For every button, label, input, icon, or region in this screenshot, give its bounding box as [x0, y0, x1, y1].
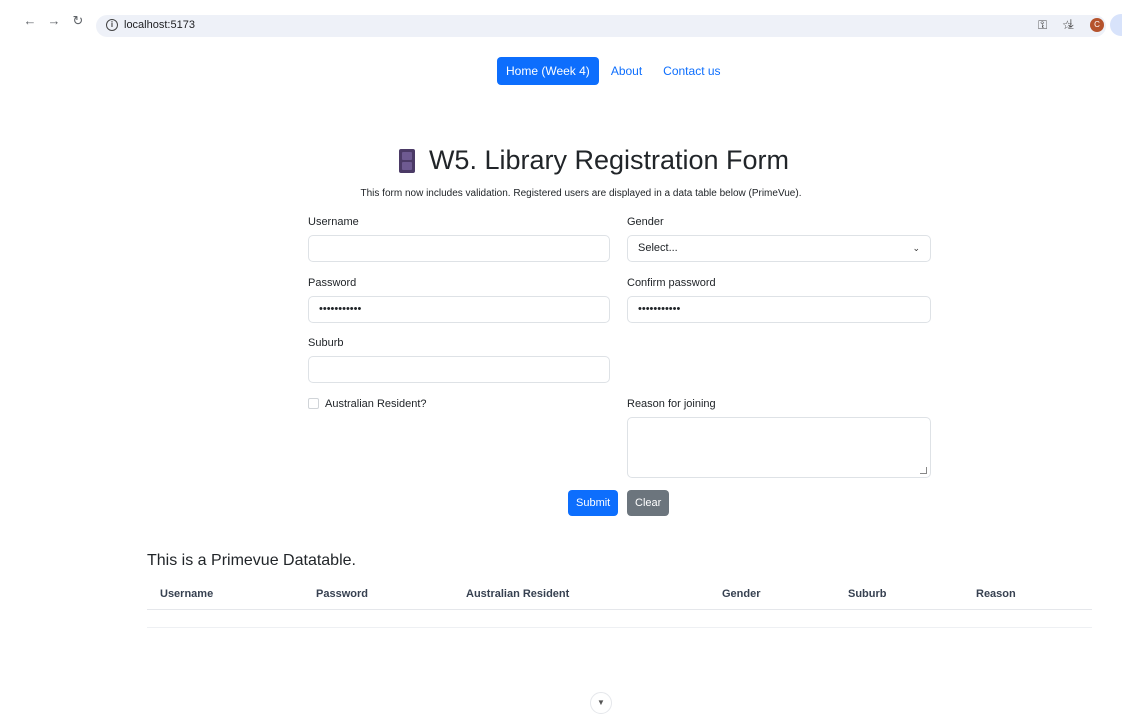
- gender-select-value: Select...: [638, 242, 678, 254]
- resident-label: Australian Resident?: [325, 398, 427, 410]
- table-body: [147, 627, 1092, 628]
- url-text: localhost:5173: [124, 19, 195, 31]
- file-cabinet-icon: [398, 148, 415, 173]
- password-input[interactable]: •••••••••••: [308, 296, 610, 323]
- suburb-input[interactable]: [308, 356, 610, 383]
- clear-button[interactable]: Clear: [627, 490, 670, 516]
- browser-toolbar: ← → ↻ i localhost:5173 ⚿ ☆ ⤓ C: [0, 0, 1122, 40]
- gender-select[interactable]: Select... ⌄: [627, 235, 931, 262]
- submit-button[interactable]: Submit: [568, 490, 619, 516]
- nav-about[interactable]: About: [602, 57, 651, 85]
- column-resident[interactable]: Australian Resident: [466, 588, 569, 600]
- resize-grip-icon[interactable]: [920, 467, 927, 474]
- gender-label: Gender: [627, 216, 664, 228]
- profile-avatar[interactable]: C: [1090, 18, 1104, 32]
- column-gender[interactable]: Gender: [722, 588, 761, 600]
- column-reason[interactable]: Reason: [976, 588, 1016, 600]
- table-title: This is a Primevue Datatable.: [147, 552, 356, 569]
- nav-home[interactable]: Home (Week 4): [497, 57, 599, 85]
- forward-icon[interactable]: →: [46, 13, 62, 29]
- title-block: W5. Library Registration Form: [0, 145, 1122, 178]
- password-label: Password: [308, 277, 357, 289]
- resident-checkbox[interactable]: [308, 398, 319, 409]
- reason-textarea[interactable]: [627, 417, 931, 478]
- scroll-down-icon[interactable]: ▼: [590, 692, 612, 714]
- suburb-label: Suburb: [308, 337, 344, 349]
- page-title: W5. Library Registration Form: [398, 145, 790, 176]
- reason-label: Reason for joining: [627, 398, 716, 410]
- username-label: Username: [308, 216, 359, 228]
- site-info-icon[interactable]: i: [106, 19, 118, 31]
- table-header: Username Password Australian Resident Ge…: [147, 580, 1092, 610]
- extension-avatar[interactable]: [1110, 14, 1122, 36]
- chevron-down-icon: ⌄: [912, 243, 920, 253]
- confirm-password-input[interactable]: •••••••••••: [627, 296, 931, 323]
- nav-contact[interactable]: Contact us: [654, 57, 729, 85]
- page-subtitle: This form now includes validation. Regis…: [360, 188, 802, 199]
- username-input[interactable]: [308, 235, 610, 262]
- back-icon[interactable]: ←: [22, 13, 38, 29]
- reload-icon[interactable]: ↻: [70, 13, 86, 29]
- download-icon[interactable]: ⤓: [1068, 16, 1074, 32]
- column-suburb[interactable]: Suburb: [848, 588, 887, 600]
- column-username[interactable]: Username: [160, 588, 213, 600]
- key-icon[interactable]: ⚿: [1038, 18, 1047, 33]
- address-bar[interactable]: i localhost:5173 ⚿ ☆: [96, 15, 1106, 37]
- top-nav: Home (Week 4) About Contact us: [497, 57, 730, 85]
- column-password[interactable]: Password: [316, 588, 368, 600]
- confirm-password-label: Confirm password: [627, 277, 716, 289]
- page-title-text: W5. Library Registration Form: [428, 145, 790, 175]
